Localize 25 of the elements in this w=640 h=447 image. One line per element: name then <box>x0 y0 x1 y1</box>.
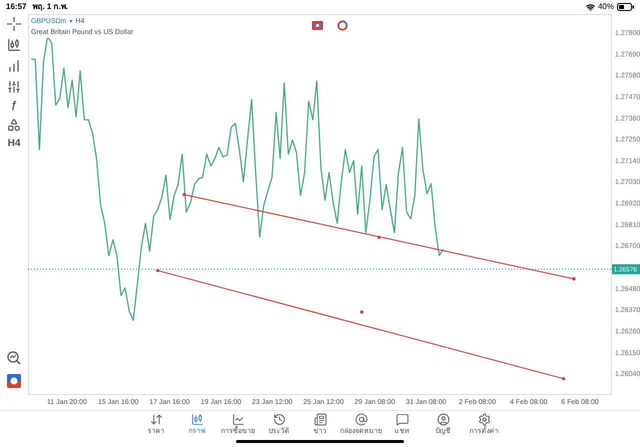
sliders-icon[interactable] <box>7 80 21 94</box>
toolbar-label[interactable]: H4 <box>8 139 20 149</box>
logo-icon[interactable] <box>7 374 21 388</box>
newspaper-icon <box>314 413 326 426</box>
line-chart-icon <box>232 413 244 426</box>
battery-percent: 40% <box>598 1 614 13</box>
candlestick-icon <box>190 413 204 426</box>
candlestick-icon[interactable] <box>7 38 21 52</box>
sort-arrows-icon <box>150 413 162 426</box>
settings-icon <box>478 413 490 426</box>
battery-icon <box>617 3 634 11</box>
wifi-icon <box>586 2 595 12</box>
user-icon <box>436 413 450 426</box>
shapes-icon[interactable] <box>7 118 21 132</box>
crosshair-icon[interactable] <box>7 17 21 31</box>
at-sign-icon <box>354 413 368 426</box>
square-logo-icon[interactable] <box>312 21 323 30</box>
ring-icon[interactable] <box>337 20 348 31</box>
toolbar-label[interactable]: ƒ <box>11 101 17 111</box>
status-time: 16:57 <box>6 1 26 13</box>
history-icon <box>272 413 286 426</box>
magnifier-chart-icon[interactable] <box>7 351 21 365</box>
chat-bubble-icon <box>396 413 408 426</box>
bar-chart-icon[interactable] <box>7 59 21 73</box>
status-date: พฤ. 1 ก.พ. <box>32 1 68 13</box>
